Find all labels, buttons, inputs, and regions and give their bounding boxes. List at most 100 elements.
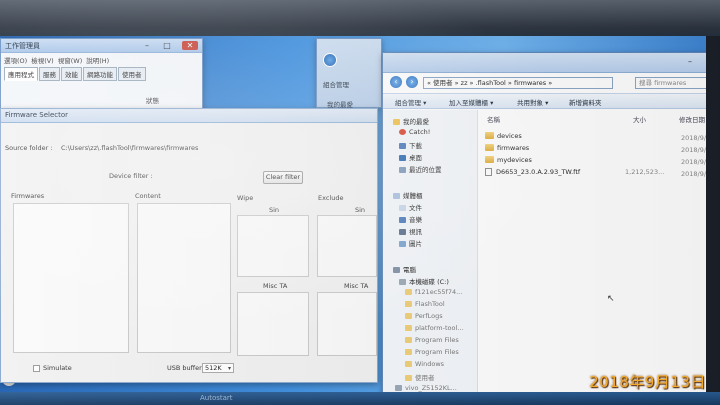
nav-documents[interactable]: 文件	[399, 202, 422, 212]
desktop-icon	[399, 155, 406, 161]
nav-videos[interactable]: 視訊	[399, 226, 422, 236]
folder-icon	[485, 156, 494, 163]
catch-icon	[399, 129, 406, 135]
file-row[interactable]: D6653_23.0.A.2.93_TW.ftf 1,212,523... 20…	[485, 168, 720, 179]
folder-icon	[405, 289, 412, 295]
file-list: 名稱 大小 修改日期 devices 2018/9/13 下午 firmware…	[479, 110, 720, 405]
nav-desktop[interactable]: 桌面	[399, 152, 422, 162]
source-folder-path[interactable]: C:\Users\zz\.flashTool\firmwares\firmwar…	[61, 144, 198, 152]
add-to-library-button[interactable]: 加入至媒體櫃 ▾	[449, 97, 493, 107]
back-button[interactable]: ‹	[389, 75, 403, 89]
back-arrow-icon[interactable]	[323, 53, 337, 67]
maximize-button[interactable]: □	[162, 41, 172, 50]
column-date[interactable]: 修改日期	[679, 114, 705, 124]
tab-users[interactable]: 使用者	[118, 67, 146, 81]
monitor-bezel-right	[706, 36, 720, 405]
nav-folder[interactable]: f121ec55f74...	[405, 288, 462, 296]
address-bar[interactable]: « 使用者 » zz » .flashTool » firmwares »	[423, 77, 613, 89]
folder-icon	[485, 132, 494, 139]
nav-folder[interactable]: Program Files	[405, 348, 459, 356]
taskbar-label[interactable]: Autostart	[200, 392, 233, 405]
folder-icon	[405, 325, 412, 331]
usb-buffer-label: USB buffer	[167, 364, 202, 372]
explorer-titlebar[interactable]: – □	[383, 53, 719, 73]
nav-libraries[interactable]: 媒體櫃	[393, 190, 423, 200]
drive-icon	[399, 279, 406, 285]
nav-recent[interactable]: 最近的位置	[399, 164, 442, 174]
nav-downloads[interactable]: 下載	[399, 140, 422, 150]
content-column-label: Content	[135, 192, 161, 200]
clear-filter-button[interactable]: Clear filter	[263, 171, 303, 184]
task-manager-title: 工作管理員	[5, 42, 40, 50]
column-size[interactable]: 大小	[633, 114, 646, 124]
file-row[interactable]: firmwares 2018/9/13 下午	[485, 144, 720, 155]
music-icon	[399, 217, 406, 223]
firmware-selector-window: Firmware Selector Source folder : C:\Use…	[0, 108, 378, 383]
nav-pictures[interactable]: 圖片	[399, 238, 422, 248]
nav-folder[interactable]: FlashTool	[405, 300, 445, 308]
firmwares-list[interactable]	[13, 203, 129, 353]
tab-processes[interactable]: 服務	[39, 67, 60, 81]
minimize-button[interactable]: –	[142, 41, 152, 50]
exclude-misc-ta-list[interactable]	[317, 292, 377, 356]
device-filter-label: Device filter :	[109, 172, 153, 180]
mouse-cursor-icon: ↖	[607, 294, 615, 304]
tab-applications[interactable]: 應用程式	[4, 67, 38, 81]
wipe-sin-label: Sin	[269, 206, 280, 214]
menu-help[interactable]: 說明(H)	[86, 55, 109, 65]
nav-folder[interactable]: platform-tool...	[405, 324, 463, 332]
file-row[interactable]: mydevices 2018/9/13 下午	[485, 156, 720, 167]
taskbar: Autostart	[0, 392, 720, 405]
star-icon	[393, 119, 400, 125]
nav-folder[interactable]: PerfLogs	[405, 312, 443, 320]
nav-folder[interactable]: Program Files	[405, 336, 459, 344]
content-list[interactable]	[137, 203, 231, 353]
file-row[interactable]: devices 2018/9/13 下午	[485, 132, 720, 143]
nav-folder[interactable]: 使用者	[405, 372, 435, 382]
nav-computer[interactable]: 電腦	[393, 264, 416, 274]
drive-icon	[395, 385, 402, 391]
forward-button[interactable]: ›	[405, 75, 419, 89]
menu-view[interactable]: 檢視(V)	[31, 55, 54, 65]
simulate-label: Simulate	[43, 364, 72, 372]
exclude-misc-ta-label: Misc TA	[344, 282, 369, 290]
wipe-sin-list[interactable]	[237, 215, 309, 277]
task-manager-titlebar[interactable]: 工作管理員 – □ ✕	[1, 39, 202, 53]
document-icon	[399, 205, 406, 211]
file-icon	[485, 168, 492, 176]
close-button[interactable]: ✕	[182, 41, 198, 50]
exclude-sin-list[interactable]	[317, 215, 377, 277]
tab-performance[interactable]: 效能	[61, 67, 82, 81]
nav-drive[interactable]: vivo_Z5152KL...	[395, 384, 457, 392]
simulate-checkbox[interactable]	[33, 365, 40, 372]
task-manager-tabs: 應用程式 服務 效能 網路功能 使用者	[1, 67, 202, 81]
explorer-window: – □ ‹ › « 使用者 » zz » .flashTool » firmwa…	[382, 52, 720, 405]
nav-music[interactable]: 音樂	[399, 214, 422, 224]
share-with-button[interactable]: 共用對象 ▾	[517, 97, 548, 107]
wipe-misc-ta-list[interactable]	[237, 292, 309, 356]
tab-networking[interactable]: 網路功能	[83, 67, 117, 81]
task-manager-menu: 選項(O) 檢視(V) 視窗(W) 說明(H)	[1, 53, 202, 67]
background-explorer-window: 組合管理 我的最愛	[316, 38, 382, 109]
firmware-selector-title: Firmware Selector	[5, 111, 69, 119]
exclude-sin-label: Sin	[355, 206, 366, 214]
nav-catch[interactable]: Catch!	[399, 128, 430, 136]
organize-button[interactable]: 組合管理 ▾	[395, 97, 426, 107]
column-name[interactable]: 名稱	[487, 114, 500, 124]
nav-folder[interactable]: Windows	[405, 360, 444, 368]
exclude-column-label: Exclude	[318, 194, 344, 202]
wipe-misc-ta-label: Misc TA	[263, 282, 288, 290]
nav-favorites[interactable]: 我的最愛	[393, 116, 429, 126]
organize-menu[interactable]: 組合管理	[323, 79, 349, 89]
menu-options[interactable]: 選項(O)	[4, 55, 27, 65]
menu-windows[interactable]: 視窗(W)	[58, 55, 83, 65]
minimize-button[interactable]: –	[685, 57, 695, 66]
firmware-selector-titlebar[interactable]: Firmware Selector	[1, 109, 377, 123]
usb-buffer-select[interactable]: 512K	[202, 363, 234, 373]
status-column-header[interactable]: 狀態	[146, 95, 159, 105]
folder-icon	[405, 313, 412, 319]
nav-local-disk[interactable]: 本機磁碟 (C:)	[399, 276, 449, 286]
computer-icon	[393, 267, 400, 273]
video-icon	[399, 229, 406, 235]
new-folder-button[interactable]: 新增資料夾	[569, 97, 602, 107]
